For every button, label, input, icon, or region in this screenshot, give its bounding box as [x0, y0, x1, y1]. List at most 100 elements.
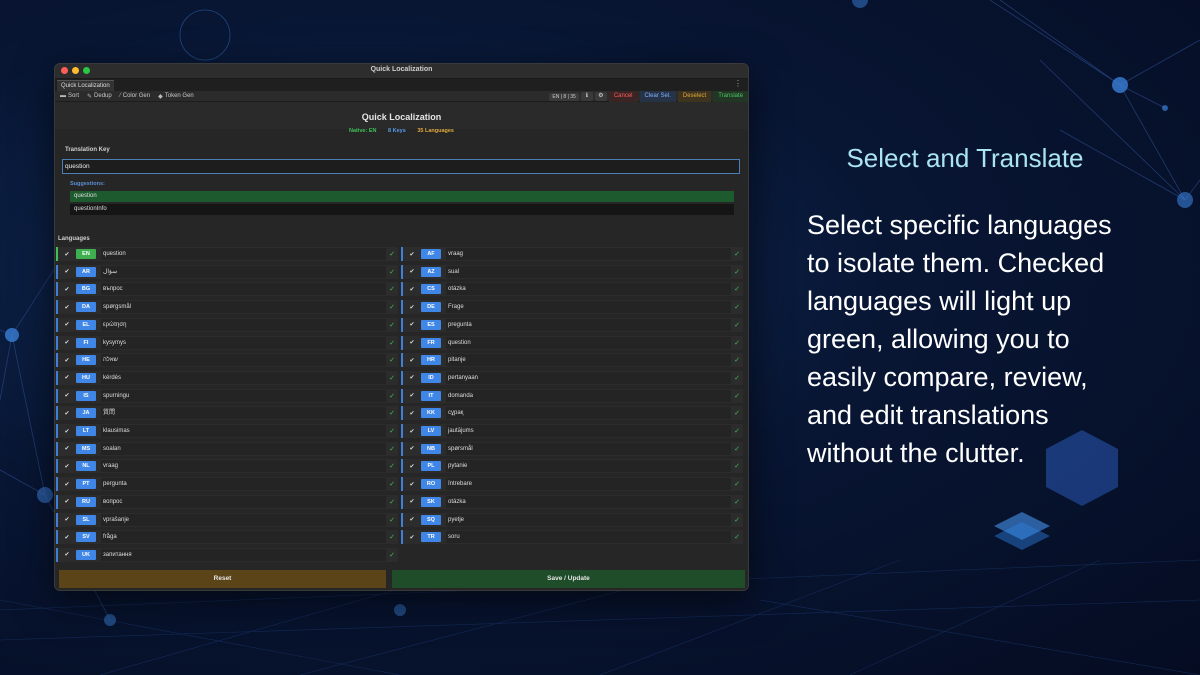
- select-checkbox[interactable]: ✔: [61, 268, 73, 275]
- language-row-lv[interactable]: ✔ LV jautājums ✓: [401, 424, 743, 438]
- translation-field[interactable]: spurningu: [101, 389, 386, 402]
- select-checkbox[interactable]: ✔: [61, 428, 73, 435]
- language-row-sk[interactable]: ✔ SK otázka ✓: [401, 494, 743, 509]
- language-row-ja[interactable]: ✔ JA 質問 ✓: [56, 406, 398, 421]
- translation-field[interactable]: 質問: [101, 407, 386, 420]
- language-row-de[interactable]: ✔ DE Frage ✓: [401, 300, 743, 315]
- translation-field[interactable]: soru: [446, 531, 731, 544]
- language-row-id[interactable]: ✔ ID pertanyaan ✓: [401, 370, 743, 385]
- language-row-ar[interactable]: ✔ AR سؤال ✓: [56, 264, 398, 279]
- language-row-uk[interactable]: ✔ UK запитання ✓: [56, 547, 398, 562]
- language-row-fr[interactable]: ✔ FR question ✓: [401, 335, 743, 350]
- translation-field[interactable]: întrebare: [446, 478, 731, 491]
- translation-key-input[interactable]: [62, 159, 740, 174]
- select-checkbox[interactable]: ✔: [61, 357, 73, 364]
- select-checkbox[interactable]: ✔: [406, 392, 418, 399]
- select-checkbox[interactable]: ✔: [406, 534, 418, 541]
- deselect-button[interactable]: Deselect: [677, 91, 712, 102]
- select-checkbox[interactable]: ✔: [406, 286, 418, 293]
- select-checkbox[interactable]: ✔: [61, 463, 73, 470]
- language-row-hr[interactable]: ✔ HR pitanje ✓: [401, 353, 743, 368]
- select-checkbox[interactable]: ✔: [406, 463, 418, 470]
- language-row-he[interactable]: ✔ HE שאלה ✓: [56, 353, 398, 368]
- language-row-pt[interactable]: ✔ PT pergunta ✓: [56, 477, 398, 492]
- translation-field[interactable]: jautājums: [446, 425, 731, 437]
- translation-field[interactable]: pergunta: [101, 478, 386, 491]
- select-checkbox[interactable]: ✔: [61, 498, 73, 505]
- select-checkbox[interactable]: ✔: [61, 410, 73, 417]
- translate-button[interactable]: Translate: [713, 91, 748, 102]
- select-checkbox[interactable]: ✔: [61, 251, 73, 258]
- translation-field[interactable]: sual: [446, 265, 731, 278]
- reset-button[interactable]: Reset: [59, 570, 386, 588]
- translation-field[interactable]: otázka: [446, 495, 731, 508]
- translation-field[interactable]: pertanyaan: [446, 371, 731, 384]
- translation-field[interactable]: въпрос: [101, 283, 386, 296]
- language-row-da[interactable]: ✔ DA spørgsmål ✓: [56, 300, 398, 315]
- suggestion-item[interactable]: questionInfo: [70, 204, 734, 215]
- select-checkbox[interactable]: ✔: [406, 268, 418, 275]
- sort-button[interactable]: ▬ Sort: [60, 93, 79, 99]
- select-checkbox[interactable]: ✔: [406, 251, 418, 258]
- save-update-button[interactable]: Save / Update: [392, 570, 745, 588]
- clear-selection-button[interactable]: Clear Sel.: [639, 91, 676, 102]
- more-menu-icon[interactable]: ⋮: [734, 79, 742, 88]
- translation-field[interactable]: fråga: [101, 531, 386, 544]
- select-checkbox[interactable]: ✔: [406, 516, 418, 523]
- select-checkbox[interactable]: ✔: [61, 534, 73, 541]
- select-checkbox[interactable]: ✔: [406, 321, 418, 328]
- dedup-button[interactable]: ✎ Dedup: [87, 93, 112, 100]
- translation-field[interactable]: pitanje: [446, 354, 731, 367]
- language-row-sv[interactable]: ✔ SV fråga ✓: [56, 530, 398, 545]
- cancel-button[interactable]: Cancel: [608, 91, 638, 102]
- language-row-ms[interactable]: ✔ MS soalan ✓: [56, 441, 398, 456]
- language-row-hu[interactable]: ✔ HU kérdés ✓: [56, 370, 398, 385]
- translation-field[interactable]: soalan: [101, 442, 386, 455]
- select-checkbox[interactable]: ✔: [61, 392, 73, 399]
- select-checkbox[interactable]: ✔: [406, 374, 418, 381]
- select-checkbox[interactable]: ✔: [61, 321, 73, 328]
- translation-field[interactable]: pregunta: [446, 318, 731, 331]
- select-checkbox[interactable]: ✔: [406, 410, 418, 417]
- language-row-ro[interactable]: ✔ RO întrebare ✓: [401, 477, 743, 492]
- select-checkbox[interactable]: ✔: [406, 339, 418, 346]
- select-checkbox[interactable]: ✔: [61, 304, 73, 311]
- language-row-tr[interactable]: ✔ TR soru ✓: [401, 530, 743, 545]
- select-checkbox[interactable]: ✔: [61, 481, 73, 488]
- color-gen-button[interactable]: ⁄ Color Gen: [120, 93, 150, 99]
- language-row-sq[interactable]: ✔ SQ pyetje ✓: [401, 512, 743, 527]
- translation-field[interactable]: вопрос: [101, 495, 386, 508]
- translation-field[interactable]: سؤال: [101, 265, 386, 278]
- translation-field[interactable]: запитання: [101, 548, 386, 561]
- select-checkbox[interactable]: ✔: [61, 286, 73, 293]
- translation-field[interactable]: question: [101, 248, 386, 260]
- info-icon[interactable]: ℹ: [580, 92, 593, 101]
- select-checkbox[interactable]: ✔: [406, 498, 418, 505]
- translation-field[interactable]: spørgsmål: [101, 301, 386, 314]
- translation-field[interactable]: vraag: [101, 460, 386, 473]
- select-checkbox[interactable]: ✔: [61, 374, 73, 381]
- language-row-el[interactable]: ✔ EL ερώτηση ✓: [56, 317, 398, 332]
- translation-field[interactable]: kérdés: [101, 371, 386, 384]
- language-row-is[interactable]: ✔ IS spurningu ✓: [56, 388, 398, 403]
- select-checkbox[interactable]: ✔: [406, 445, 418, 452]
- language-row-af[interactable]: ✔ AF vraag ✓: [401, 247, 743, 261]
- translation-field[interactable]: vraag: [446, 248, 731, 260]
- translation-field[interactable]: pyetje: [446, 513, 731, 526]
- language-row-nl[interactable]: ✔ NL vraag ✓: [56, 459, 398, 474]
- select-checkbox[interactable]: ✔: [61, 445, 73, 452]
- translation-field[interactable]: klausimas: [101, 425, 386, 437]
- language-row-cs[interactable]: ✔ CS otázka ✓: [401, 282, 743, 297]
- language-row-kk[interactable]: ✔ KK сұрақ ✓: [401, 406, 743, 421]
- suggestion-item[interactable]: question: [70, 191, 734, 202]
- translation-field[interactable]: kysymys: [101, 336, 386, 349]
- translation-field[interactable]: vprašanje: [101, 513, 386, 526]
- select-checkbox[interactable]: ✔: [61, 516, 73, 523]
- translation-field[interactable]: שאלה: [101, 354, 386, 367]
- translation-field[interactable]: domanda: [446, 389, 731, 402]
- translation-field[interactable]: spørsmål: [446, 442, 731, 455]
- translation-field[interactable]: otázka: [446, 283, 731, 296]
- select-checkbox[interactable]: ✔: [406, 428, 418, 435]
- tab-quick-localization[interactable]: Quick Localization: [57, 80, 114, 91]
- language-row-nb[interactable]: ✔ NB spørsmål ✓: [401, 441, 743, 456]
